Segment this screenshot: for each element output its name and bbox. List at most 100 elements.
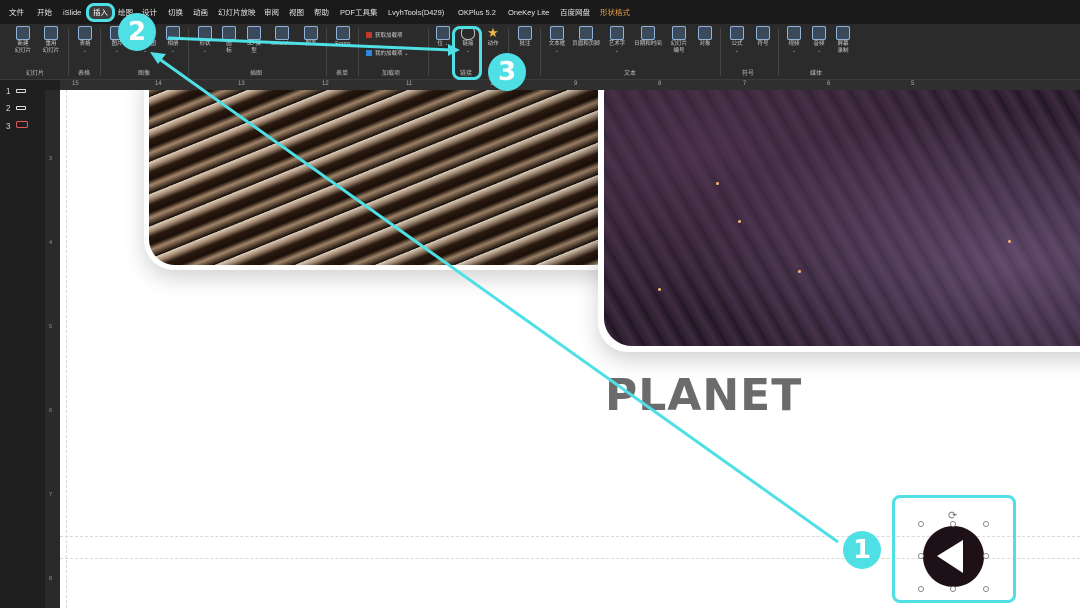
spark-dot — [1008, 240, 1011, 243]
group-separator — [540, 28, 541, 76]
menu-onekey[interactable]: OneKey Lite — [508, 6, 549, 20]
omega-icon — [756, 26, 770, 40]
textbox-icon — [550, 26, 564, 40]
table-button[interactable]: 表格 ⌄ — [72, 26, 98, 55]
forms-button[interactable]: Forms — [330, 26, 356, 48]
group-separator — [358, 28, 359, 76]
screen-record-icon — [836, 26, 850, 40]
textbox-button[interactable]: 文本框 ⌄ — [544, 26, 570, 55]
comment-button[interactable]: 批注 — [512, 26, 538, 48]
ruler-number: 7 — [49, 492, 53, 498]
datetime-button[interactable]: 日期和时间 — [632, 26, 664, 48]
group-separator — [100, 28, 101, 76]
vertical-ruler: 3 4 5 6 7 8 — [45, 90, 60, 608]
callout-insert-tab — [86, 3, 115, 22]
menu-transitions[interactable]: 切换 — [168, 6, 183, 20]
menu-baidu[interactable]: 百度网盘 — [560, 6, 590, 20]
screen-record-button[interactable]: 屏幕 录制 — [830, 26, 856, 55]
ruler-number: 15 — [72, 81, 79, 87]
reuse-slide-button[interactable]: 重用 幻灯片 — [38, 26, 64, 55]
spark-dot — [738, 220, 741, 223]
new-slide-button[interactable]: 新建 幻灯片 — [10, 26, 36, 55]
group-forms-label: 表单 — [336, 71, 349, 77]
video-button[interactable]: 视频 ⌄ — [781, 26, 807, 55]
object-button[interactable]: 对象 — [692, 26, 718, 48]
header-footer-button[interactable]: 页眉和页脚 — [570, 26, 602, 48]
ruler-number: 8 — [658, 81, 662, 87]
ruler-number: 8 — [49, 576, 53, 582]
planet-texture-photo[interactable] — [598, 90, 1080, 352]
menu-slideshow[interactable]: 幻灯片放映 — [218, 6, 256, 20]
ruler-number: 3 — [49, 156, 53, 162]
menu-islide[interactable]: iSlide — [63, 6, 81, 20]
slide-number-button[interactable]: 幻灯片 编号 — [666, 26, 692, 55]
my-addins-button[interactable]: 我的加载项 ⌄ — [366, 49, 409, 57]
menu-okplus[interactable]: OKPlus 5.2 — [458, 6, 496, 20]
audio-button[interactable]: 音频 ⌄ — [806, 26, 832, 55]
horizontal-ruler: 15 14 13 12 11 10 9 8 7 6 5 — [60, 80, 1080, 90]
callout-link-button — [452, 26, 482, 80]
menu-pdf-tools[interactable]: PDF工具集 — [340, 6, 378, 20]
ruler-number: 6 — [827, 81, 831, 87]
ruler-number: 9 — [574, 81, 578, 87]
slide-thumbnail-selected[interactable]: 3 — [6, 121, 29, 131]
comment-icon — [518, 26, 532, 40]
icons-button[interactable]: 图标 — [216, 26, 242, 55]
spark-dot — [798, 270, 801, 273]
speaker-icon — [812, 26, 826, 40]
light-streak-photo[interactable] — [144, 90, 624, 270]
get-addins-button[interactable]: 获取加载项 — [366, 31, 403, 39]
callout-selected-shape — [892, 495, 1016, 603]
menu-lvyhtools[interactable]: LvyhTools(D429) — [388, 6, 444, 20]
shapes-icon — [198, 26, 212, 40]
menu-file[interactable]: 文件 — [9, 6, 24, 20]
group-symbols-label: 符号 — [742, 71, 755, 77]
chart-icon — [304, 26, 318, 40]
ruler-number: 11 — [406, 81, 413, 87]
group-separator — [428, 28, 429, 76]
table-icon — [78, 26, 92, 40]
menu-bar: 文件 开始 iSlide 插入 绘图 设计 切换 动画 幻灯片放映 审阅 视图 … — [0, 0, 1080, 24]
ruler-number: 7 — [743, 81, 747, 87]
3d-model-button[interactable]: 3D 模型 — [241, 26, 267, 55]
slide-thumb-icon — [16, 121, 29, 128]
guide-line — [66, 90, 67, 608]
slide-thumbnail-panel: 1 2 3 — [0, 80, 45, 608]
menu-animations[interactable]: 动画 — [193, 6, 208, 20]
addin-icon — [366, 50, 372, 56]
slide-thumbnail[interactable]: 1 — [6, 87, 27, 96]
action-button[interactable]: ★ 动作 — [480, 26, 506, 48]
icons-icon — [222, 26, 236, 40]
chart-button[interactable]: 图表 — [298, 26, 324, 48]
ruler-number: 12 — [322, 81, 329, 87]
step-badge-2: 2 — [118, 13, 156, 51]
menu-shape-format[interactable]: 形状格式 — [600, 6, 630, 20]
group-addins-label: 加载项 — [382, 71, 401, 77]
menu-home[interactable]: 开始 — [37, 6, 52, 20]
group-separator — [68, 28, 69, 76]
wordart-icon — [610, 26, 624, 40]
symbol-button[interactable]: 符号 — [750, 26, 776, 48]
ruler-number: 13 — [238, 81, 245, 87]
slide-thumb-icon — [16, 106, 27, 110]
group-separator — [778, 28, 779, 76]
store-icon — [366, 32, 372, 38]
slide-thumb-icon — [16, 89, 27, 93]
spark-dot — [658, 288, 661, 291]
smartart-button[interactable]: SmartArt — [266, 26, 298, 48]
equation-button[interactable]: 公式 ⌄ — [724, 26, 750, 55]
ruler-number: 5 — [911, 81, 915, 87]
menu-view[interactable]: 视图 — [289, 6, 304, 20]
album-icon — [166, 26, 180, 40]
calendar-icon — [641, 26, 655, 40]
group-text-label: 文本 — [624, 71, 637, 77]
group-separator — [326, 28, 327, 76]
menu-help[interactable]: 帮助 — [314, 6, 329, 20]
shapes-button[interactable]: 形状 ⌄ — [192, 26, 218, 55]
slide-title[interactable]: PLANET — [605, 370, 802, 421]
ribbon: 新建幻灯片 重用幻灯片 幻灯片 表格⌄ 表格 图片⌄ 屏幕截图⌄ 相册⌄ 图像 … — [0, 24, 1080, 80]
menu-review[interactable]: 审阅 — [264, 6, 279, 20]
wordart-button[interactable]: 艺术字 ⌄ — [604, 26, 630, 55]
slide-thumbnail[interactable]: 2 — [6, 104, 27, 113]
album-button[interactable]: 相册 ⌄ — [160, 26, 186, 55]
